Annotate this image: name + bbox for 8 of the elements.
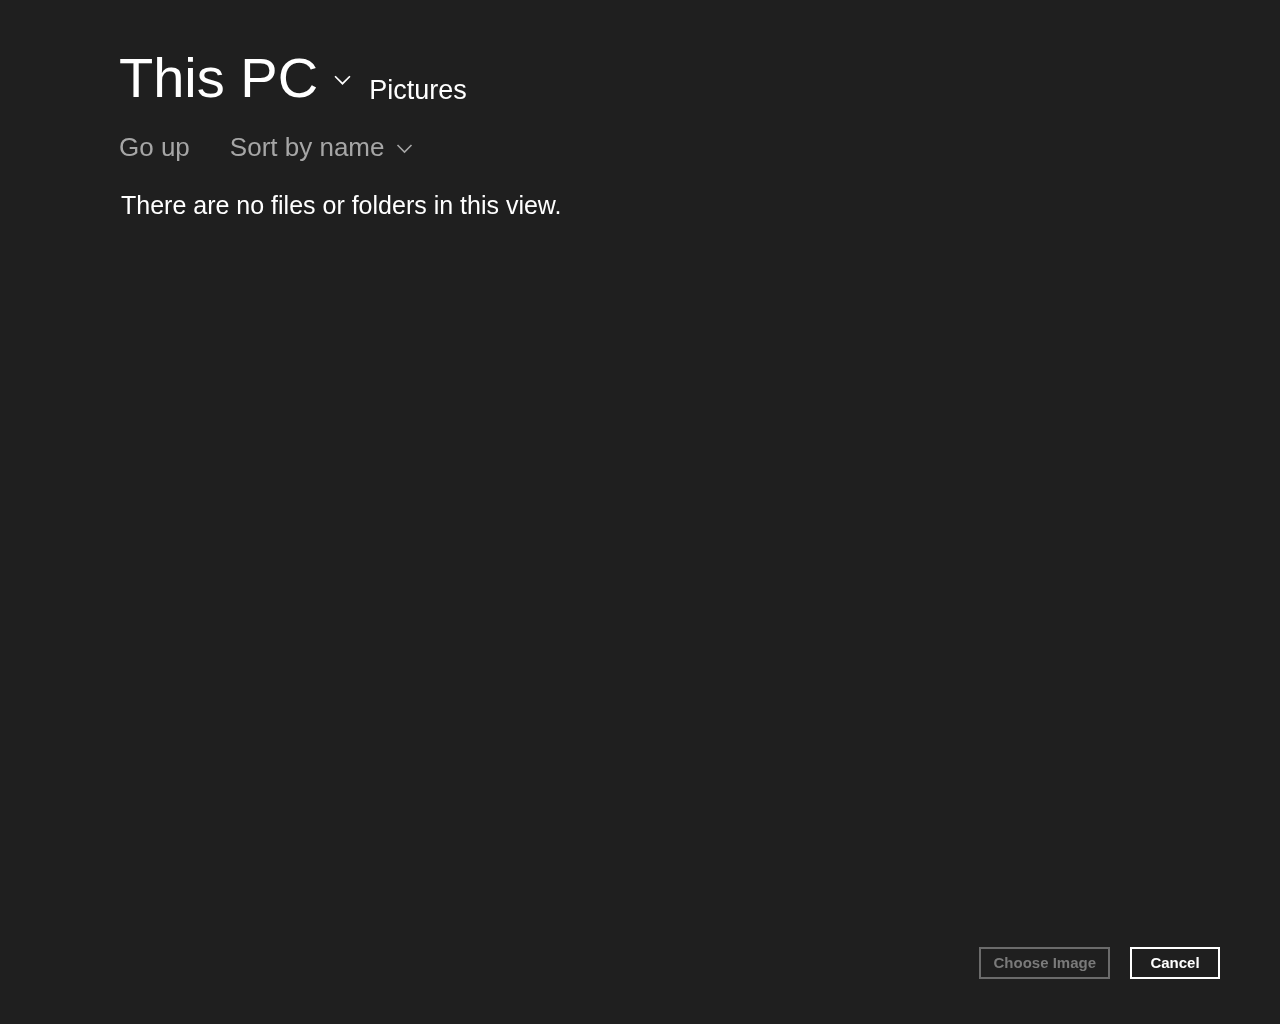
location-dropdown[interactable]: This PC [119, 46, 352, 110]
go-up-button[interactable]: Go up [119, 130, 190, 164]
sort-dropdown[interactable]: Sort by name [229, 130, 414, 164]
dialog-button[interactable]: Cancel [1130, 947, 1220, 979]
empty-message: There are no files or folders in this view. [121, 190, 563, 221]
chevron-down-icon [396, 144, 414, 154]
folder-name: Pictures [369, 74, 467, 107]
chevron-down-icon [334, 74, 352, 86]
